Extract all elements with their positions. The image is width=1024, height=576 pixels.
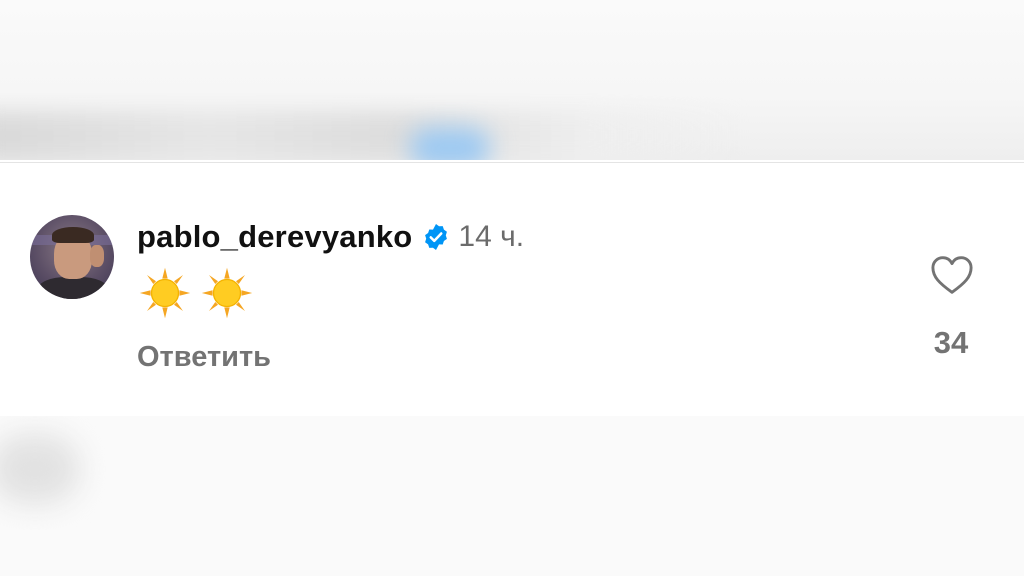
next-content-blurred (0, 416, 1024, 576)
avatar-shirt (38, 277, 108, 299)
blurred-avatar (0, 434, 80, 504)
previous-content-blurred (0, 0, 1024, 160)
sun-icon (201, 267, 253, 319)
sun-icon (139, 267, 191, 319)
verified-badge-icon (425, 224, 448, 250)
username-link[interactable]: pablo_derevyanko (137, 219, 412, 255)
comment-timestamp: 14 ч. (458, 220, 525, 253)
avatar-hand (90, 245, 104, 267)
comment-text (138, 266, 254, 320)
blurred-text (0, 112, 740, 160)
comment-item: pablo_derevyanko 14 ч. Ответить 34 (0, 163, 1024, 415)
comment-header: pablo_derevyanko 14 ч. (137, 219, 524, 255)
like-count: 34 (933, 325, 969, 360)
blurred-accent (410, 128, 490, 160)
heart-icon[interactable] (930, 255, 974, 295)
avatar-hair (52, 227, 94, 243)
avatar[interactable] (30, 215, 114, 299)
reply-button[interactable]: Ответить (137, 341, 271, 374)
